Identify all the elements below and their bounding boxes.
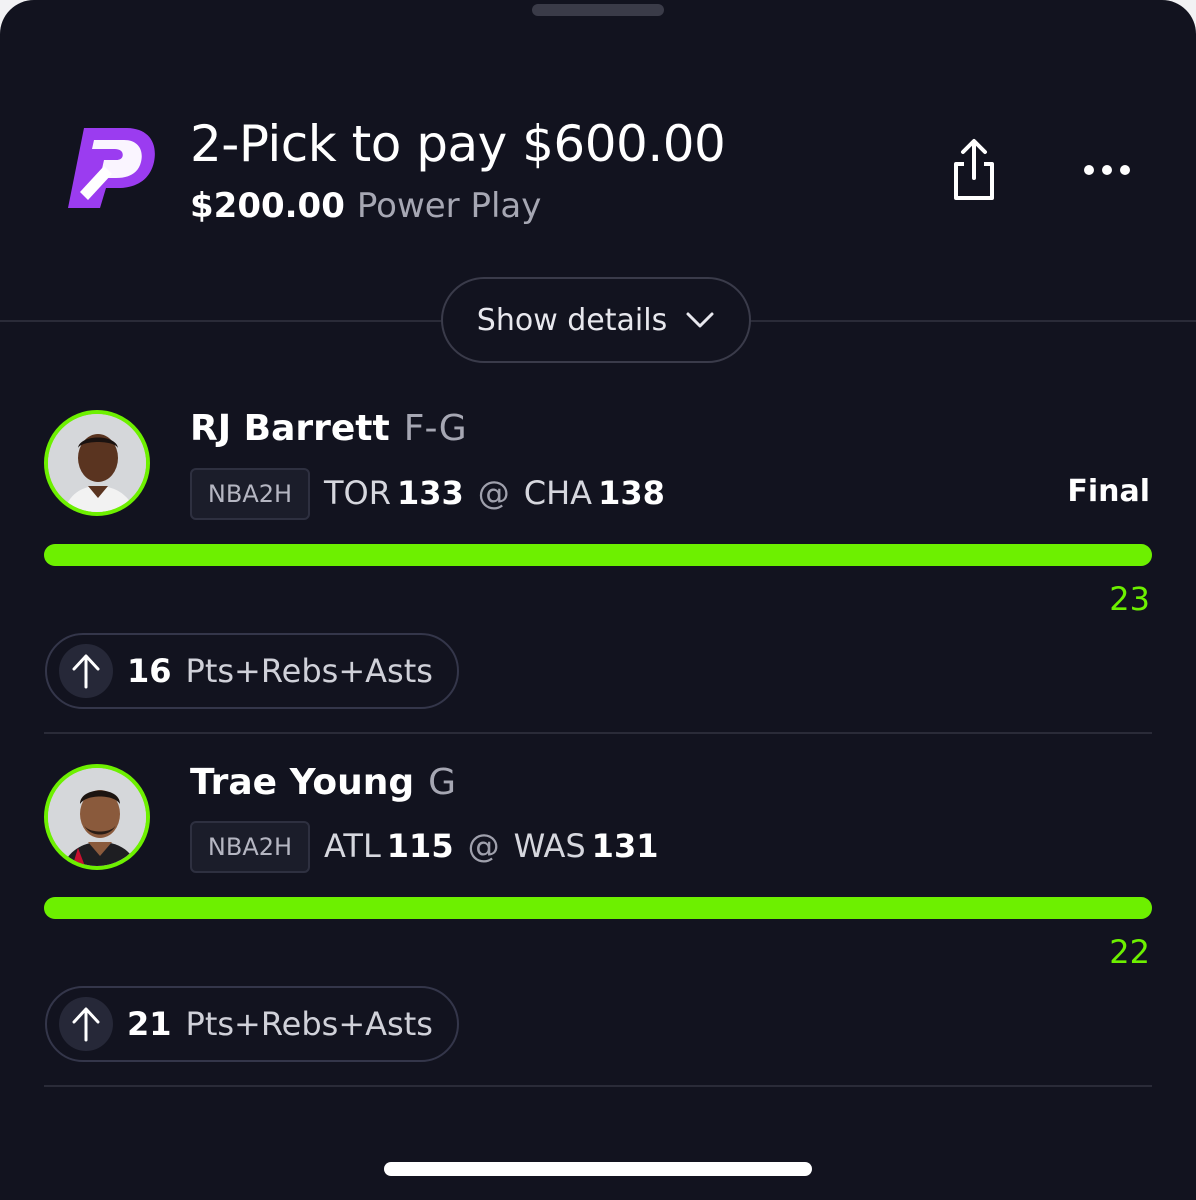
player-name[interactable]: Trae Young G xyxy=(190,762,456,803)
player-name-text: RJ Barrett xyxy=(190,408,390,449)
arrow-up-icon xyxy=(59,997,113,1051)
projection-line: 21 xyxy=(127,1005,172,1043)
home-indicator[interactable] xyxy=(384,1162,812,1176)
projection-stat: Pts+Rebs+Asts xyxy=(185,652,433,690)
away-score: 115 xyxy=(386,827,454,865)
home-team: CHA xyxy=(523,474,593,512)
prizepicks-logo xyxy=(64,122,160,214)
actual-stat-value: 22 xyxy=(1109,933,1150,971)
game-score: TOR 133 @ CHA 138 xyxy=(324,474,665,512)
home-score: 131 xyxy=(591,827,659,865)
game-score: ATL 115 @ WAS 131 xyxy=(324,827,658,865)
progress-fill xyxy=(44,544,1152,566)
projection-pill[interactable]: 21 Pts+Rebs+Asts xyxy=(45,986,459,1062)
player-position: G xyxy=(428,762,457,803)
projection-pill[interactable]: 16 Pts+Rebs+Asts xyxy=(45,633,459,709)
away-team: ATL xyxy=(324,827,381,865)
row-divider xyxy=(44,732,1152,734)
row-divider xyxy=(44,1085,1152,1087)
league-badge: NBA2H xyxy=(190,821,310,873)
away-team: TOR xyxy=(324,474,391,512)
play-type: Power Play xyxy=(356,186,542,226)
more-button[interactable] xyxy=(1080,150,1134,190)
share-button[interactable] xyxy=(946,138,1002,202)
progress-bar xyxy=(44,544,1152,566)
show-details-button[interactable]: Show details xyxy=(441,277,751,363)
player-name[interactable]: RJ Barrett F-G xyxy=(190,408,467,449)
entry-sheet: 2-Pick to pay $600.00 $200.00 Power Play … xyxy=(0,0,1196,1200)
player-avatar[interactable] xyxy=(44,764,150,870)
player-avatar[interactable] xyxy=(44,410,150,516)
entry-amount: $200.00 xyxy=(190,186,345,226)
projection-line: 16 xyxy=(127,652,172,690)
entry-subtitle: $200.00 Power Play xyxy=(190,184,541,228)
actual-stat-value: 23 xyxy=(1109,580,1150,618)
chevron-down-icon xyxy=(686,312,714,328)
projection-stat: Pts+Rebs+Asts xyxy=(185,1005,433,1043)
player-position: F-G xyxy=(403,408,467,449)
game-status: Final xyxy=(1067,474,1150,509)
at-symbol: @ xyxy=(467,827,500,865)
league-badge: NBA2H xyxy=(190,468,310,520)
home-score: 138 xyxy=(598,474,665,512)
share-icon xyxy=(954,139,994,200)
player-name-text: Trae Young xyxy=(190,762,415,803)
away-score: 133 xyxy=(396,474,464,512)
entry-title: 2-Pick to pay $600.00 xyxy=(190,115,726,173)
more-icon xyxy=(1084,165,1130,175)
arrow-up-icon xyxy=(59,644,113,698)
show-details-label: Show details xyxy=(476,302,668,338)
home-team: WAS xyxy=(513,827,586,865)
progress-bar xyxy=(44,897,1152,919)
at-symbol: @ xyxy=(477,474,510,512)
progress-fill xyxy=(44,897,1152,919)
sheet-grabber[interactable] xyxy=(532,4,664,16)
